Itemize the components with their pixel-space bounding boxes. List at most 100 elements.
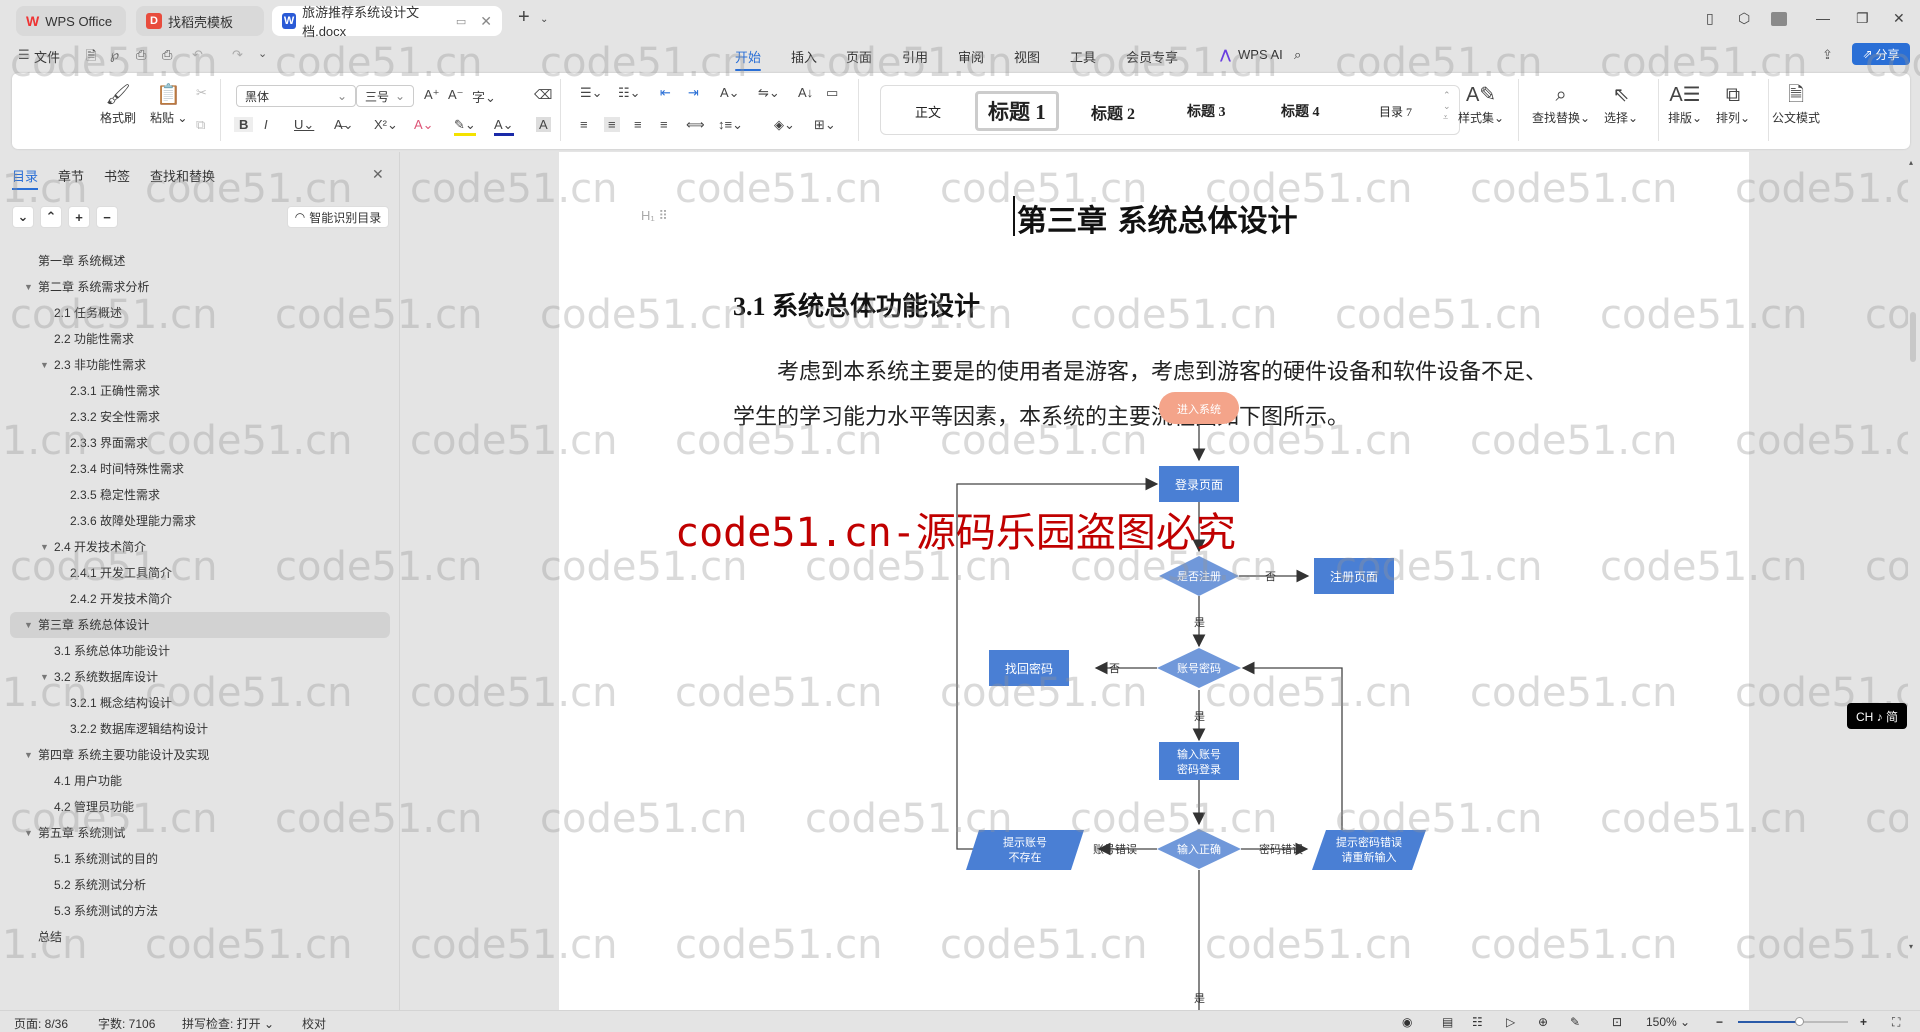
layout-button[interactable]: A☰ 排版⌄	[1668, 81, 1702, 126]
scroll-thumb[interactable]	[1910, 312, 1916, 362]
menu-home[interactable]: 开始	[735, 47, 762, 71]
increase-indent-icon[interactable]: ⇥	[688, 85, 699, 101]
style-set-button[interactable]: A✎ 样式集⌄	[1458, 81, 1504, 126]
tab-docer[interactable]: D 找稻壳模板	[136, 6, 264, 36]
expand-triangle-icon[interactable]: ▼	[40, 352, 49, 378]
toc-item[interactable]: 第一章 系统概述	[0, 248, 400, 274]
style-toc7[interactable]: 目录 7	[1379, 103, 1412, 120]
proofread-button[interactable]: 校对	[302, 1015, 326, 1032]
menu-references[interactable]: 引用	[902, 47, 928, 66]
hamburger-icon[interactable]: ☰	[18, 47, 30, 63]
menu-insert[interactable]: 插入	[791, 47, 817, 66]
vertical-scrollbar[interactable]: ▴ ▾	[1908, 152, 1920, 1010]
tab-toc[interactable]: 目录	[12, 166, 39, 190]
clear-format-icon[interactable]: ⌫	[534, 87, 552, 103]
toc-item[interactable]: 5.2 系统测试分析	[0, 872, 400, 898]
font-name-select[interactable]: 黑体 ⌄	[236, 85, 356, 107]
share-link-icon[interactable]: ℘	[110, 47, 119, 63]
outline-view-icon[interactable]: ☷	[1472, 1015, 1483, 1029]
style-heading1[interactable]: 标题 1	[975, 91, 1059, 131]
print-preview-icon[interactable]: ⎙	[162, 47, 172, 63]
expand-triangle-icon[interactable]: ▼	[24, 612, 33, 638]
search-icon[interactable]: ⌕	[1294, 47, 1301, 63]
scroll-down-icon[interactable]: ▾	[1909, 942, 1913, 951]
shading-icon[interactable]: ◈⌄	[774, 117, 795, 133]
swap-icon[interactable]: ⇋⌄	[758, 85, 780, 101]
tab-menu-chevron-icon[interactable]: ⌄	[540, 14, 548, 25]
page-view-icon[interactable]: ▤	[1442, 1015, 1453, 1029]
new-tab-icon[interactable]: +	[518, 6, 530, 29]
tab-find-replace[interactable]: 查找和替换	[150, 166, 215, 185]
redo-icon[interactable]: ↷	[232, 47, 243, 63]
official-mode-button[interactable]: 🗎 公文模式	[1772, 81, 1820, 126]
toc-item[interactable]: 3.1 系统总体功能设计	[0, 638, 400, 664]
gallery-scroll-icon[interactable]: ⌃ ⌄ ⩡	[1443, 90, 1451, 123]
smart-toc-button[interactable]: ◠ 智能识别目录	[287, 206, 389, 228]
restore-icon[interactable]: ❐	[1856, 10, 1869, 27]
format-painter-button[interactable]: 🖌 格式刷	[100, 81, 136, 126]
file-menu[interactable]: 文件	[34, 47, 60, 66]
tab-bookmarks[interactable]: 书签	[104, 166, 130, 185]
zoom-out-icon[interactable]: −	[1716, 1015, 1723, 1029]
highlight-button[interactable]: ✎⌄	[454, 117, 476, 136]
eye-icon[interactable]: ◉	[1402, 1015, 1412, 1029]
align-left-icon[interactable]: ≡	[580, 117, 588, 132]
minimize-icon[interactable]: —	[1816, 10, 1830, 26]
expand-triangle-icon[interactable]: ▼	[24, 820, 33, 846]
wps-ai-button[interactable]: WPS AI	[1238, 47, 1283, 62]
copy-icon[interactable]: ⧉	[196, 117, 205, 133]
toc-item[interactable]: 2.3.2 安全性需求	[0, 404, 400, 430]
underline-button[interactable]: U⌄	[294, 117, 314, 133]
cube-icon[interactable]: ⬡	[1738, 10, 1750, 27]
expand-triangle-icon[interactable]: ▼	[24, 742, 33, 768]
align-center-icon[interactable]: ≡	[604, 117, 620, 132]
toc-item[interactable]: ▼ 第二章 系统需求分析	[0, 274, 400, 300]
menu-tools[interactable]: 工具	[1070, 47, 1096, 66]
arrange-button[interactable]: ⧉ 排列⌄	[1716, 81, 1750, 126]
tab-chapters[interactable]: 章节	[58, 166, 84, 185]
justify-icon[interactable]: ≡	[660, 117, 668, 132]
toc-item[interactable]: ▼ 3.2 系统数据库设计	[0, 664, 400, 690]
expand-triangle-icon[interactable]: ▼	[24, 274, 33, 300]
menu-view[interactable]: 视图	[1014, 47, 1040, 66]
expand-triangle-icon[interactable]: ▼	[40, 664, 49, 690]
toc-item[interactable]: 2.3.6 故障处理能力需求	[0, 508, 400, 534]
align-right-icon[interactable]: ≡	[634, 117, 642, 132]
spell-check[interactable]: 拼写检查: 打开 ⌄	[182, 1015, 274, 1032]
toc-item[interactable]: 2.3.3 界面需求	[0, 430, 400, 456]
cloud-upload-icon[interactable]: ⇪	[1822, 47, 1833, 63]
monitor-icon[interactable]: ▭	[456, 15, 466, 28]
bold-button[interactable]: B	[234, 117, 254, 132]
paste-button[interactable]: 📋 粘贴 ⌄	[150, 81, 187, 126]
toc-item[interactable]: 5.1 系统测试的目的	[0, 846, 400, 872]
toc-item[interactable]: 总结	[0, 924, 400, 950]
avatar[interactable]	[1771, 12, 1787, 26]
toc-item[interactable]: 3.2.2 数据库逻辑结构设计	[0, 716, 400, 742]
toc-item[interactable]: ▼ 第五章 系统测试	[0, 820, 400, 846]
menu-member[interactable]: 会员专享	[1126, 47, 1178, 66]
tab-document[interactable]: W 旅游推荐系统设计文档.docx ▭ ✕	[272, 5, 502, 39]
toc-item[interactable]: 4.1 用户功能	[0, 768, 400, 794]
line-spacing-icon[interactable]: ↕≡⌄	[718, 117, 743, 133]
font-size-select[interactable]: 三号 ⌄	[356, 85, 414, 107]
toc-item[interactable]: 4.2 管理员功能	[0, 794, 400, 820]
decrease-font-icon[interactable]: A⁻	[448, 87, 464, 103]
toc-item[interactable]: 2.4.2 开发技术简介	[0, 586, 400, 612]
close-pane-icon[interactable]: ✕	[372, 166, 384, 183]
share-button[interactable]: ⇗ 分享	[1852, 43, 1910, 65]
tab-wps-office[interactable]: W WPS Office	[16, 6, 126, 36]
ime-indicator[interactable]: CH ♪ 简	[1847, 703, 1907, 729]
select-button[interactable]: ⇖ 选择⌄	[1604, 81, 1638, 126]
phonetic-icon[interactable]: 字⌄	[472, 87, 496, 106]
tablet-mode-icon[interactable]: ▯	[1706, 10, 1714, 27]
sort-icon[interactable]: A↓	[798, 85, 813, 100]
italic-button[interactable]: I	[264, 117, 268, 132]
border-icon[interactable]: ⊞⌄	[814, 117, 836, 133]
toc-item[interactable]: 2.1 任务概述	[0, 300, 400, 326]
collapse-remove-button[interactable]: −	[96, 206, 118, 228]
toc-item[interactable]: 2.2 功能性需求	[0, 326, 400, 352]
style-heading4[interactable]: 标题 4	[1281, 101, 1320, 121]
close-tab-icon[interactable]: ✕	[480, 13, 492, 30]
save-icon[interactable]: 🗎	[86, 47, 96, 69]
superscript-button[interactable]: X²⌄	[374, 117, 398, 133]
